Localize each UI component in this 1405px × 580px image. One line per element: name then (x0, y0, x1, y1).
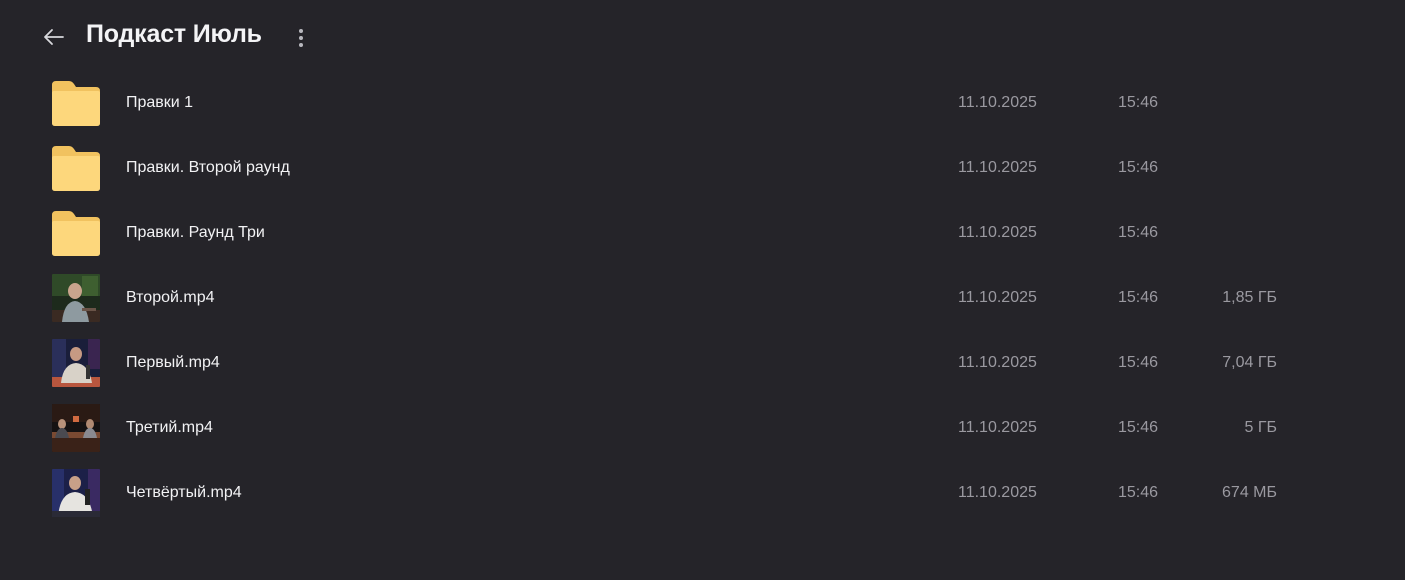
back-button[interactable] (38, 23, 70, 51)
more-options-button[interactable] (290, 24, 312, 52)
file-size: 5 ГБ (1244, 419, 1277, 436)
file-name: Правки. Раунд Три (126, 224, 265, 241)
header: Подкаст Июль (0, 0, 1405, 74)
file-date: 11.10.2025 (958, 484, 1037, 501)
file-time: 15:46 (1118, 484, 1159, 501)
file-time: 15:46 (1118, 94, 1159, 111)
file-row[interactable]: Правки. Раунд Три 11.10.2025 15:46 (0, 201, 1405, 266)
file-date: 11.10.2025 (958, 94, 1037, 111)
file-row[interactable]: Правки 1 11.10.2025 15:46 (0, 71, 1405, 136)
file-date: 11.10.2025 (958, 224, 1037, 241)
folder-icon (52, 146, 100, 191)
file-time: 15:46 (1118, 224, 1159, 241)
file-date: 11.10.2025 (958, 354, 1037, 371)
file-date: 11.10.2025 (958, 419, 1037, 436)
folder-icon (52, 211, 100, 256)
file-name: Второй.mp4 (126, 289, 215, 306)
file-name: Четвёртый.mp4 (126, 484, 242, 501)
file-name: Третий.mp4 (126, 419, 213, 436)
file-date: 11.10.2025 (958, 159, 1037, 176)
folder-icon (52, 81, 100, 126)
file-name: Правки. Второй раунд (126, 159, 290, 176)
file-row[interactable]: Четвёртый.mp4 11.10.2025 15:46 674 МБ (0, 461, 1405, 526)
video-thumbnail (52, 339, 100, 387)
video-thumbnail (52, 469, 100, 517)
file-name: Первый.mp4 (126, 354, 220, 371)
video-thumbnail (52, 274, 100, 322)
file-name: Правки 1 (126, 94, 194, 111)
arrow-left-icon (44, 29, 64, 45)
file-row[interactable]: Второй.mp4 11.10.2025 15:46 1,85 ГБ (0, 266, 1405, 331)
file-row[interactable]: Правки. Второй раунд 11.10.2025 15:46 (0, 136, 1405, 201)
file-row[interactable]: Первый.mp4 11.10.2025 15:46 7,04 ГБ (0, 331, 1405, 396)
video-thumbnail (52, 404, 100, 452)
file-row[interactable]: Третий.mp4 11.10.2025 15:46 5 ГБ (0, 396, 1405, 461)
more-vertical-icon (299, 29, 303, 47)
file-time: 15:46 (1118, 354, 1159, 371)
file-time: 15:46 (1118, 159, 1159, 176)
page-title: Подкаст Июль (86, 20, 262, 48)
file-size: 674 МБ (1222, 484, 1277, 501)
file-time: 15:46 (1118, 289, 1159, 306)
file-size: 1,85 ГБ (1222, 289, 1277, 306)
file-size: 7,04 ГБ (1222, 354, 1277, 371)
file-date: 11.10.2025 (958, 289, 1037, 306)
file-time: 15:46 (1118, 419, 1159, 436)
file-list: Правки 1 11.10.2025 15:46 Правки. Второй… (0, 71, 1405, 526)
